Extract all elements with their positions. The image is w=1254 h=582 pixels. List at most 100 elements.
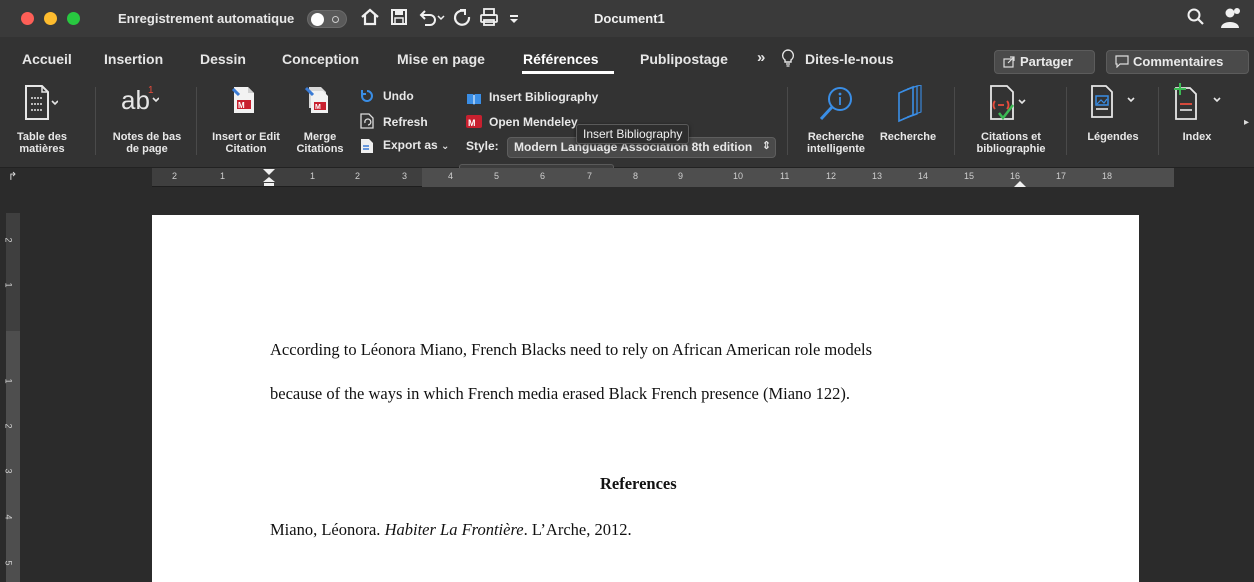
right-indent-marker[interactable] [1014,177,1026,195]
footnote-icon[interactable]: ab 1 [119,83,160,120]
citations-bibliography-icon[interactable] [989,85,1029,126]
autosave-toggle-knob [311,13,324,26]
ribbon-separator [95,87,96,155]
customize-icon[interactable] [507,7,521,32]
undo-citation-button[interactable]: Undo [383,89,414,103]
ruler-number: 18 [1102,171,1113,181]
bibliography-book-icon[interactable] [466,92,482,110]
merge-citations-icon[interactable]: M [304,86,331,119]
tab-stop-selector-icon[interactable]: ↱ [8,170,17,183]
autosave-toggle[interactable] [307,10,347,28]
document-title: Document1 [594,11,665,26]
comments-button[interactable]: Commentaires [1106,50,1249,74]
smart-lookup-label[interactable]: Recherche intelligente [800,131,872,155]
smart-lookup-icon[interactable] [818,85,856,128]
tab-insertion[interactable]: Insertion [104,51,163,67]
ruler-number: 1 [220,171,226,181]
bibliography-entry[interactable]: Miano, Léonora. Habiter La Frontière. L’… [270,520,632,540]
svg-text:M: M [315,104,321,111]
mendeley-citation-icon[interactable]: M [231,86,256,119]
captions-icon[interactable] [1090,85,1136,124]
tab-conception[interactable]: Conception [282,51,359,67]
refresh-icon[interactable] [360,113,374,134]
comment-icon [1115,55,1129,71]
active-tab-indicator [522,71,614,74]
export-icon[interactable] [360,138,374,159]
lightbulb-icon[interactable] [781,49,795,70]
document-page[interactable]: According to Léonora Miano, French Black… [152,215,1139,582]
window-close-button[interactable] [21,12,34,25]
ruler-number: 3 [402,171,408,181]
paragraph-line[interactable]: because of the ways in which French medi… [270,384,850,404]
researcher-label[interactable]: Recherche [872,131,944,143]
ribbon-separator [196,87,197,155]
bibliography-title: Habiter La Frontière [384,520,524,539]
index-label[interactable]: Index [1167,131,1227,143]
ruler-number: 15 [964,171,975,181]
vertical-ruler-number: 5 [3,560,14,566]
first-line-indent-marker[interactable] [263,168,275,192]
insert-edit-citation-button[interactable]: Insert or Edit Citation [210,131,282,155]
autosave-label: Enregistrement automatique [118,11,295,26]
ribbon-separator [1158,87,1159,155]
index-icon[interactable] [1170,82,1226,125]
paragraph-line[interactable]: According to Léonora Miano, French Black… [270,340,872,360]
references-heading[interactable]: References [600,474,677,494]
undo-icon[interactable] [417,7,447,32]
ruler-number: 9 [678,171,684,181]
vertical-ruler-number: 3 [3,468,14,474]
export-as-label: Export as [383,138,438,152]
share-label: Partager [1020,54,1073,69]
window-minimize-button[interactable] [44,12,57,25]
vertical-ruler-number: 1 [3,282,14,288]
tab-dessin[interactable]: Dessin [200,51,246,67]
vertical-ruler[interactable]: 2 1 1 2 3 4 5 [0,188,24,582]
search-icon[interactable] [1186,7,1206,32]
tabs-overflow-button[interactable]: » [757,49,765,66]
ribbon-scroll-right-icon[interactable]: ▸ [1244,117,1249,128]
export-as-button[interactable]: Export as ⌄ [383,138,449,152]
vertical-ruler-number: 2 [3,423,14,429]
ruler-number: 17 [1056,171,1067,181]
footnotes-label[interactable]: Notes de bas de page [105,131,189,155]
refresh-button[interactable]: Refresh [383,115,428,129]
ruler-number: 14 [918,171,929,181]
table-of-contents-icon[interactable] [24,85,59,126]
ribbon-separator [954,87,955,155]
title-bar: Enregistrement automatique Document1 [0,0,1254,37]
ruler-number: 12 [826,171,837,181]
tell-me-search[interactable]: Dites-le-nous [805,51,894,67]
redo-icon[interactable] [452,7,472,32]
home-icon[interactable] [360,7,380,32]
horizontal-ruler[interactable]: ↱ 2 1 1 2 3 4 5 6 7 8 9 10 11 12 13 14 1… [0,168,1254,188]
citations-bibliography-label[interactable]: Citations et bibliographie [966,131,1056,155]
vertical-ruler-number: 4 [3,514,14,520]
style-label: Style: [466,139,499,153]
ruler-number: 2 [172,171,178,181]
tab-accueil[interactable]: Accueil [22,51,72,67]
ruler-number: 10 [733,171,744,181]
ruler-number: 1 [310,171,316,181]
window-maximize-button[interactable] [67,12,80,25]
merge-citations-button[interactable]: Merge Citations [290,131,350,155]
save-icon[interactable] [389,7,409,32]
researcher-icon[interactable] [893,84,927,128]
bibliography-author: Miano, Léonora. [270,520,385,539]
mendeley-logo-icon[interactable]: M [466,115,482,133]
print-icon[interactable] [479,7,499,32]
vertical-ruler-number: 1 [3,378,14,384]
svg-text:M: M [468,118,476,128]
open-mendeley-button[interactable]: Open Mendeley [489,115,578,129]
tab-publipostage[interactable]: Publipostage [640,51,728,67]
share-button[interactable]: Partager [994,50,1095,74]
insert-bibliography-button[interactable]: Insert Bibliography [489,90,598,104]
table-of-contents-label[interactable]: Table des matières [5,131,79,155]
share-icon [1003,55,1016,71]
ruler-number: 13 [872,171,883,181]
tab-references[interactable]: Références [523,51,599,67]
account-icon[interactable] [1218,7,1242,34]
undo-citation-icon[interactable] [360,89,374,108]
tab-mise-en-page[interactable]: Mise en page [397,51,485,67]
ruler-strip: 2 1 1 2 3 4 5 6 7 8 9 10 11 12 13 14 15 … [152,168,1174,187]
captions-label[interactable]: Légendes [1073,131,1153,143]
